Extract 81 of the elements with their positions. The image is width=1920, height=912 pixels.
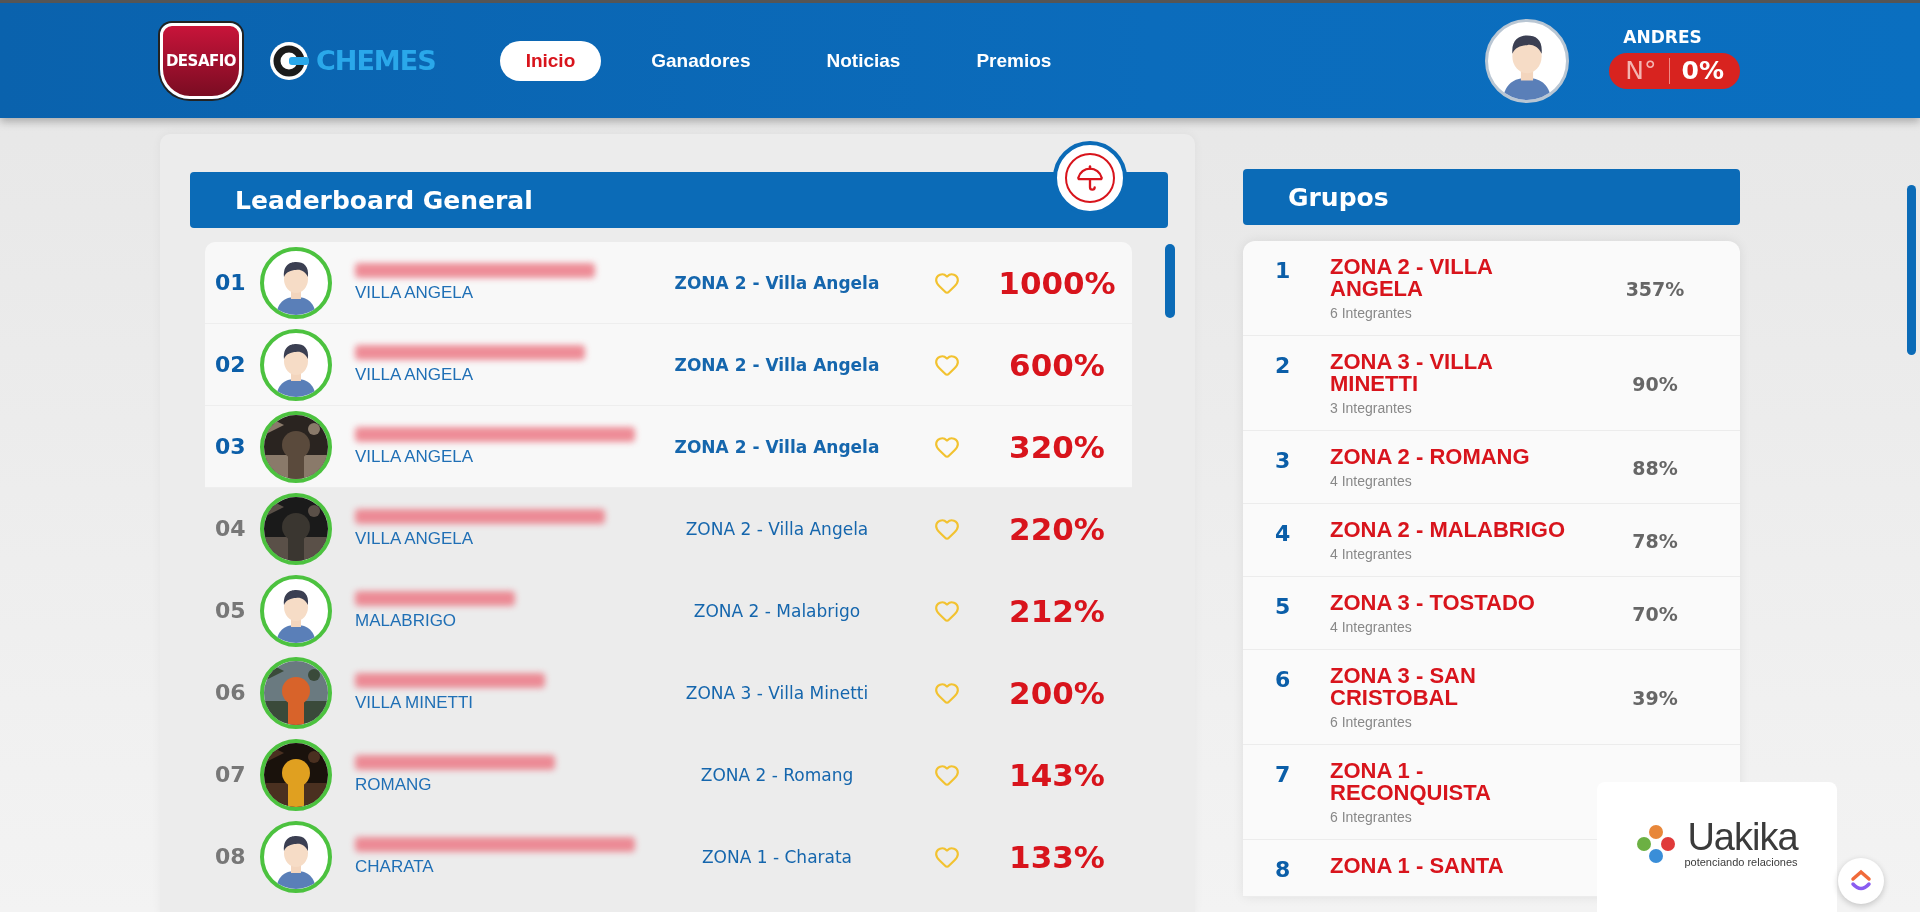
group-rank: 8	[1274, 857, 1292, 882]
group-name: ZONA 2 - MALABRIGO	[1330, 519, 1567, 541]
floating-button[interactable]	[1838, 858, 1884, 904]
scrollbar-thumb[interactable]	[1165, 244, 1175, 318]
player-location: VILLA ANGELA	[355, 528, 475, 549]
rank-number: 05	[215, 598, 247, 623]
group-rank: 4	[1274, 521, 1292, 546]
nav-link[interactable]: Inicio	[499, 40, 602, 81]
group-name: ZONA 3 - SAN CRISTOBAL	[1330, 665, 1477, 709]
group-rank: 7	[1274, 762, 1292, 787]
c-logo-icon	[268, 39, 310, 82]
player-location: ROMANG	[355, 774, 433, 795]
player-location: VILLA ANGELA	[355, 282, 475, 303]
sponsor-tagline: potenciando relaciones	[1684, 856, 1798, 868]
zone-label: ZONA 3 - Villa Minetti	[684, 682, 870, 703]
group-percent: 70%	[1632, 602, 1678, 625]
percent-value: 600%	[1008, 346, 1106, 383]
group-rank: 1	[1274, 258, 1292, 283]
section-title: Leaderboard General	[190, 172, 1168, 228]
group-name: ZONA 1 - RECONQUISTA	[1330, 760, 1492, 804]
rank-label: N°	[1625, 57, 1670, 84]
player-location: MALABRIGO	[355, 610, 458, 631]
group-name: ZONA 2 - VILLA ANGELA	[1330, 256, 1494, 300]
nav-link[interactable]: Premios	[950, 40, 1078, 81]
group-rank: 2	[1274, 353, 1292, 378]
rank-number: 08	[215, 844, 247, 869]
group-name: ZONA 1 - SANTA	[1330, 855, 1505, 877]
member-count: 4 Integrantes	[1330, 619, 1413, 635]
group-percent: 357%	[1625, 277, 1685, 300]
umbrella-icon	[1076, 164, 1104, 192]
rank-number: 06	[215, 680, 247, 705]
logo-badge[interactable]: DESAFIO	[160, 22, 242, 99]
group-percent: 78%	[1632, 529, 1678, 552]
member-count: 4 Integrantes	[1330, 546, 1413, 562]
zone-label: ZONA 2 - Villa Angela	[673, 354, 881, 375]
player-location: VILLA MINETTI	[355, 692, 475, 713]
zone-label: ZONA 2 - Villa Angela	[673, 272, 881, 293]
nav-link[interactable]: Noticias	[800, 40, 927, 81]
percent-value: 212%	[1008, 592, 1106, 629]
rank-number: 07	[215, 762, 247, 787]
percent-value: 133%	[1008, 838, 1106, 875]
player-location: VILLA ANGELA	[355, 364, 475, 385]
brand-wordmark: CHEMES	[316, 45, 436, 76]
zone-label: ZONA 1 - Charata	[700, 846, 854, 867]
group-rank: 5	[1274, 594, 1292, 619]
group-percent: 39%	[1632, 686, 1678, 709]
member-count: 6 Integrantes	[1330, 305, 1413, 321]
rank-number: 02	[215, 352, 247, 377]
member-count: 6 Integrantes	[1330, 714, 1413, 730]
zone-label: ZONA 2 - Villa Angela	[684, 518, 870, 539]
percent-value: 320%	[1008, 428, 1106, 465]
dots-logo-icon	[1636, 824, 1677, 864]
percent-value: 200%	[1008, 674, 1106, 711]
user-name: ANDRES	[1623, 26, 1702, 47]
member-count: 4 Integrantes	[1330, 473, 1413, 489]
zone-label: ZONA 2 - Malabrigo	[692, 600, 862, 621]
player-location: CHARATA	[355, 856, 435, 877]
rank-number: 03	[215, 434, 247, 459]
nav-link[interactable]: Ganadores	[625, 40, 777, 81]
rank-number: 01	[215, 270, 247, 295]
group-rank: 3	[1274, 448, 1292, 473]
percent-value: 143%	[1008, 756, 1106, 793]
player-location: VILLA ANGELA	[355, 446, 475, 467]
score-value: 0%	[1681, 56, 1724, 85]
group-rank: 6	[1274, 667, 1292, 692]
sponsor-name: Uakika	[1687, 818, 1798, 856]
group-name: ZONA 3 - VILLA MINETTI	[1330, 351, 1494, 395]
chevrons-icon	[1849, 869, 1873, 893]
rank-number: 04	[215, 516, 247, 541]
zone-label: ZONA 2 - Romang	[699, 764, 855, 785]
group-name: ZONA 3 - TOSTADO	[1330, 592, 1536, 614]
percent-value: 220%	[1008, 510, 1106, 547]
page-scrollbar-thumb[interactable]	[1907, 185, 1916, 355]
percent-value: 1000%	[997, 264, 1117, 301]
group-percent: 90%	[1632, 372, 1678, 395]
member-count: 3 Integrantes	[1330, 400, 1413, 416]
member-count: 6 Integrantes	[1330, 809, 1413, 825]
zone-label: ZONA 2 - Villa Angela	[673, 436, 881, 457]
group-percent: 88%	[1632, 456, 1678, 479]
section-title: Grupos	[1243, 169, 1740, 225]
group-name: ZONA 2 - ROMANG	[1330, 446, 1531, 468]
